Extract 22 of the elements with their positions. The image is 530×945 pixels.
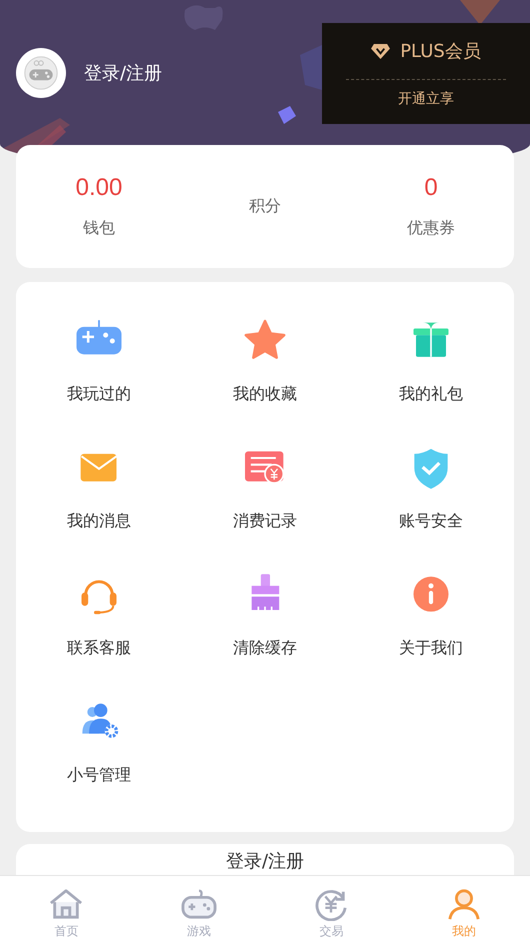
menu-item[interactable]: 联系客服 <box>16 570 182 659</box>
stat-value: 0.00 <box>76 174 122 202</box>
stat-label[interactable]: 优惠券 <box>407 218 455 239</box>
menu-item[interactable]: 消费记录 <box>182 443 348 532</box>
login-link[interactable]: 登录/注册 <box>84 61 162 85</box>
menu-item[interactable]: 账号安全 <box>348 443 514 532</box>
vip-panel[interactable]: PLUS会员 开通立享 <box>322 23 530 124</box>
stat-label[interactable]: 钱包 <box>83 218 115 239</box>
stat-label[interactable]: 积分 <box>249 196 281 217</box>
menu-item[interactable]: 我的礼包 <box>348 316 514 405</box>
vip-title: PLUS会员 <box>400 40 481 63</box>
gamepad-icon <box>180 887 218 921</box>
diamond-icon <box>371 42 390 60</box>
menu-item[interactable]: 我的收藏 <box>182 316 348 405</box>
menu-item[interactable]: 小号管理 <box>16 697 182 786</box>
stat-value: 0 <box>424 174 438 202</box>
gamepad-avatar-icon <box>23 55 59 91</box>
menu-item[interactable]: 关于我们 <box>348 570 514 659</box>
menu-item[interactable]: 我的消息 <box>16 443 182 532</box>
vip-action: 开通立享 <box>398 90 454 108</box>
menu-item[interactable]: 我玩过的 <box>16 316 182 405</box>
menu-item[interactable]: 清除缓存 <box>182 570 348 659</box>
